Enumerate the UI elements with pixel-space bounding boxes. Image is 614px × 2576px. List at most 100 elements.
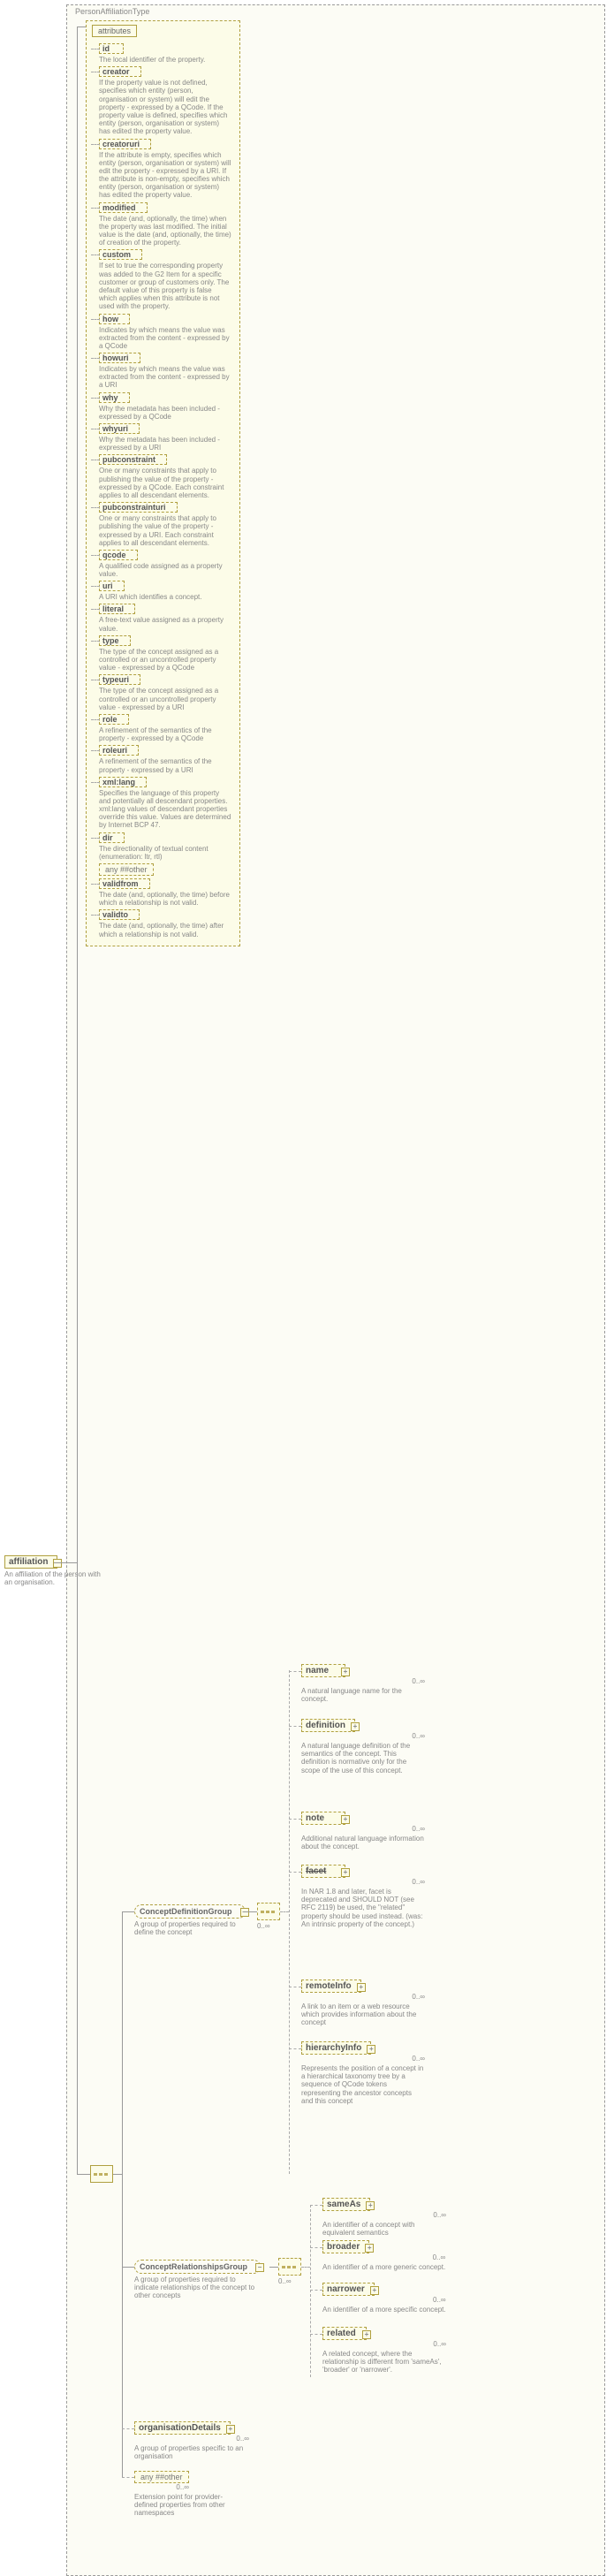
attribute-name[interactable]: howuri — [99, 353, 140, 363]
expand-icon[interactable]: + — [341, 1868, 350, 1877]
element-desc: A natural language name for the concept. — [301, 1687, 425, 1703]
element-affiliation[interactable]: affiliation − — [4, 1555, 57, 1569]
any-box[interactable]: any ##other — [99, 863, 154, 876]
expand-icon[interactable]: + — [362, 2330, 371, 2339]
attribute-name[interactable]: creator — [99, 66, 141, 77]
cardinality: 0..∞ — [301, 1732, 425, 1740]
attribute-name[interactable]: creatoruri — [99, 139, 151, 149]
attribute-name[interactable]: validfrom — [99, 878, 150, 889]
element-box[interactable]: hierarchyInfo+ — [301, 2041, 371, 2055]
group-box[interactable]: ConceptRelationshipsGroup − — [134, 2260, 261, 2274]
child-element: note+0..∞Additional natural language inf… — [301, 1812, 425, 1850]
expand-icon[interactable]: + — [226, 2425, 235, 2434]
collapse-icon[interactable]: − — [53, 1559, 62, 1568]
element-box[interactable]: related+ — [322, 2327, 367, 2340]
attribute-desc: Why the metadata has been included - exp… — [99, 436, 231, 452]
attribute-name[interactable]: type — [99, 635, 131, 646]
element-box[interactable]: narrower+ — [322, 2283, 375, 2296]
group-label: ConceptRelationshipsGroup — [140, 2262, 247, 2271]
attribute-name[interactable]: whyuri — [99, 423, 140, 434]
connector — [289, 1872, 301, 1873]
connector — [289, 1819, 301, 1820]
expand-icon[interactable]: + — [357, 1983, 366, 1992]
expand-icon[interactable]: + — [367, 2045, 375, 2054]
connector — [310, 2205, 311, 2377]
attribute-name[interactable]: qcode — [99, 550, 138, 560]
expand-icon[interactable]: + — [370, 2286, 379, 2295]
element-box[interactable]: facet+ — [301, 1865, 345, 1878]
element-desc: An identifier of a concept with equivale… — [322, 2221, 446, 2237]
element-label: hierarchyInfo — [306, 2043, 361, 2053]
element-label: remoteInfo — [306, 1981, 352, 1991]
cardinality: 0..∞ — [322, 2253, 445, 2261]
group-desc: A group of properties required to define… — [134, 1920, 249, 1936]
root-element: affiliation − An affiliation of the pers… — [4, 1555, 106, 1586]
connector — [289, 1671, 301, 1672]
any-box[interactable]: any ##other — [134, 2471, 189, 2483]
attribute-desc: The local identifier of the property. — [99, 56, 231, 64]
element-box[interactable]: broader+ — [322, 2240, 369, 2253]
element-box[interactable]: sameAs+ — [322, 2198, 370, 2211]
attribute-desc: A refinement of the semantics of the pro… — [99, 726, 231, 742]
expand-icon[interactable]: + — [351, 1722, 360, 1731]
element-orgdetails: organisationDetails + 0..∞ A group of pr… — [134, 2421, 249, 2460]
attribute-item: xml:langSpecifies the language of this p… — [99, 777, 234, 830]
element-desc: An affiliation of the person with an org… — [4, 1570, 106, 1586]
attribute-desc: The type of the concept assigned as a co… — [99, 687, 231, 711]
attribute-name[interactable]: validto — [99, 909, 140, 920]
attribute-name[interactable]: id — [99, 43, 124, 54]
collapse-icon[interactable]: − — [255, 2263, 264, 2272]
attribute-item: dirThe directionality of textual content… — [99, 832, 234, 861]
expand-icon[interactable]: + — [341, 1668, 350, 1676]
connector — [113, 2174, 122, 2175]
attribute-name[interactable]: uri — [99, 581, 125, 591]
attribute-name[interactable]: xml:lang — [99, 777, 147, 787]
group-box[interactable]: ConceptDefinitionGroup − — [134, 1904, 246, 1919]
attribute-name[interactable]: pubconstrainturi — [99, 502, 178, 513]
attribute-desc: A refinement of the semantics of the pro… — [99, 757, 231, 773]
attribute-name[interactable]: pubconstraint — [99, 454, 167, 465]
collapse-icon[interactable]: − — [240, 1908, 249, 1917]
attribute-name[interactable]: literal — [99, 604, 135, 614]
connector — [289, 2048, 301, 2049]
child-element: definition+0..∞A natural language defini… — [301, 1719, 425, 1774]
element-desc: Additional natural language information … — [301, 1835, 425, 1850]
attribute-name[interactable]: dir — [99, 832, 125, 843]
attribute-item: howuriIndicates by which means the value… — [99, 353, 234, 390]
cardinality: 0..∞ — [301, 1677, 425, 1685]
connector — [77, 2174, 90, 2175]
attribute-desc: The type of the concept assigned as a co… — [99, 648, 231, 672]
element-box[interactable]: note+ — [301, 1812, 345, 1825]
element-desc: Represents the position of a concept in … — [301, 2064, 425, 2105]
group-cdg: ConceptDefinitionGroup − A group of prop… — [134, 1904, 249, 1936]
element-box[interactable]: remoteInfo+ — [301, 1979, 361, 1993]
type-label: PersonAffiliationType — [75, 7, 149, 16]
connector — [77, 27, 78, 2174]
element-desc: An identifier of a more generic concept. — [322, 2263, 445, 2271]
element-box[interactable]: organisationDetails + — [134, 2421, 231, 2435]
attribute-name[interactable]: modified — [99, 202, 148, 213]
expand-icon[interactable]: + — [366, 2201, 375, 2210]
attribute-list: id The local identifier of the property. c… — [92, 43, 234, 938]
attribute-name[interactable]: why — [99, 392, 130, 403]
attribute-name[interactable]: typeuri — [99, 674, 140, 685]
attribute-name[interactable]: roleuri — [99, 745, 139, 756]
child-element: name+0..∞ A natural language name for the… — [301, 1664, 425, 1703]
connector — [122, 1911, 134, 1912]
cardinality: 0..∞ — [134, 2483, 189, 2491]
connector — [301, 2267, 310, 2268]
expand-icon[interactable]: + — [365, 2244, 374, 2253]
group-label: ConceptDefinitionGroup — [140, 1907, 232, 1916]
element-label: related — [327, 2329, 356, 2338]
attribute-name[interactable]: custom — [99, 249, 142, 260]
expand-icon[interactable]: + — [341, 1815, 350, 1824]
element-box[interactable]: definition+ — [301, 1719, 355, 1732]
attributes-header[interactable]: attributes — [92, 25, 137, 37]
child-element: broader+0..∞ An identifier of a more gene… — [322, 2240, 445, 2271]
attribute-name[interactable]: how — [99, 314, 130, 324]
connector — [280, 1911, 289, 1912]
cardinality: 0..∞ — [257, 1922, 270, 1930]
attribute-name[interactable]: role — [99, 714, 129, 725]
attribute-item: roleuriA refinement of the semantics of … — [99, 745, 234, 773]
element-box[interactable]: name+ — [301, 1664, 345, 1677]
